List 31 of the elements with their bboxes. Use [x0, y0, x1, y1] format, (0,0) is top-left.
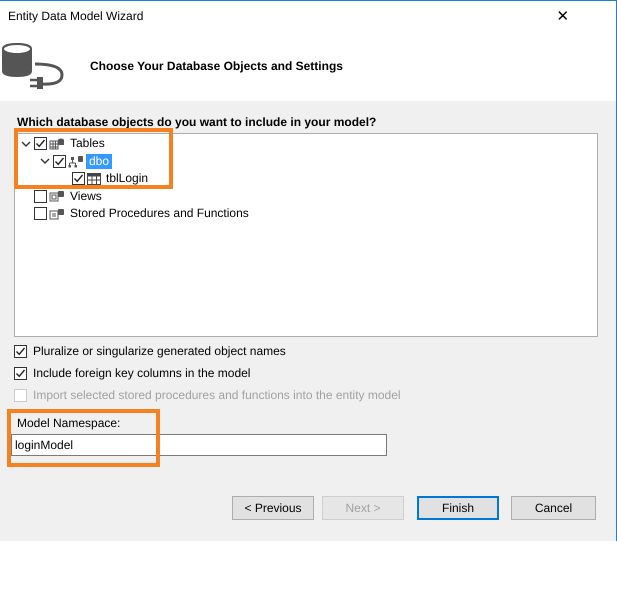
checkbox[interactable] — [34, 137, 47, 150]
tree-item[interactable]: tblLogin — [103, 171, 152, 186]
option-label: Import selected stored procedures and functions into the entity model — [33, 388, 401, 402]
tree-item[interactable]: Tables — [67, 136, 108, 152]
tables-icon — [49, 136, 65, 151]
dialog-button[interactable]: Cancel — [511, 496, 596, 520]
procedures-icon — [49, 206, 65, 221]
object-tree[interactable]: Tables dbo tblLogin Views Stored Procedures and Functions — [14, 133, 598, 337]
views-icon — [49, 189, 65, 204]
namespace-field[interactable]: loginModel — [11, 434, 387, 456]
table-icon — [87, 172, 101, 185]
dialog-button[interactable]: < Previous — [232, 496, 314, 520]
checkbox[interactable] — [72, 172, 85, 186]
section-label: Which database objects do you want to include in your model? — [17, 115, 378, 129]
checkbox[interactable] — [53, 154, 66, 168]
schema-icon — [68, 154, 84, 168]
checkbox[interactable] — [34, 190, 47, 203]
collapse-chevron-icon[interactable] — [40, 157, 50, 166]
tree-item[interactable]: Stored Procedures and Functions — [67, 206, 252, 222]
tree-item[interactable]: Views — [67, 188, 105, 204]
checkbox[interactable] — [34, 207, 47, 220]
checkbox[interactable] — [14, 344, 27, 358]
field-label: Model Namespace: — [17, 416, 122, 430]
option-label: Include foreign key columns in the model — [33, 366, 250, 380]
dialog-button[interactable]: Finish — [417, 496, 499, 520]
checkbox[interactable] — [14, 366, 27, 380]
option-label: Pluralize or singularize generated object names — [33, 344, 286, 358]
window-title: Entity Data Model Wizard — [8, 8, 144, 22]
page-heading: Choose Your Database Objects and Settings — [90, 58, 343, 72]
collapse-chevron-icon[interactable] — [21, 140, 31, 148]
close-button[interactable]: ✕ — [522, 4, 604, 28]
